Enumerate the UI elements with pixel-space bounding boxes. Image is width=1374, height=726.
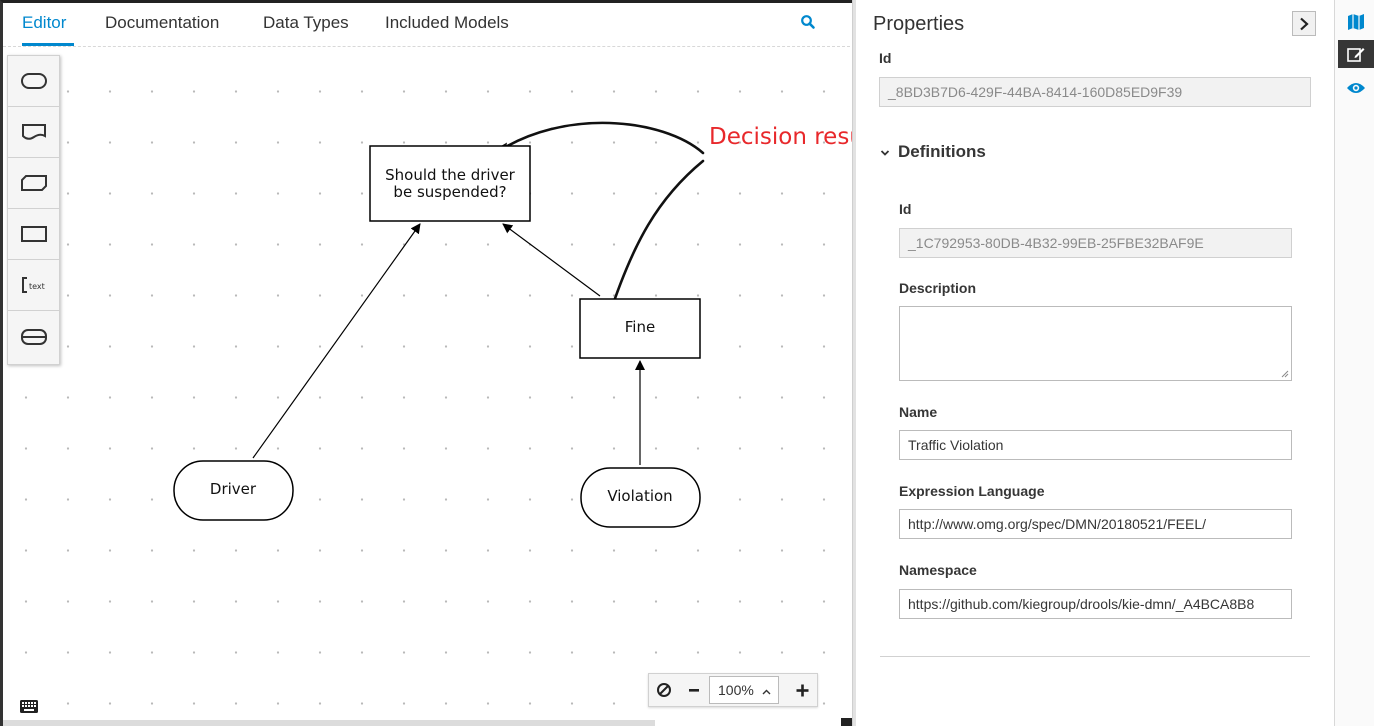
decision-node-suspend-label-1: Should the driver bbox=[385, 166, 516, 184]
name-field[interactable]: Traffic Violation bbox=[899, 430, 1292, 460]
description-field[interactable] bbox=[899, 306, 1292, 381]
resize-handle-icon[interactable] bbox=[1281, 370, 1289, 378]
right-rail bbox=[1334, 0, 1374, 726]
chevron-right-icon[interactable] bbox=[1292, 11, 1316, 36]
editor-pane: Editor Documentation Data Types Included… bbox=[0, 0, 855, 726]
plus-icon[interactable] bbox=[787, 674, 817, 706]
decision-node-fine[interactable]: Fine bbox=[579, 298, 701, 359]
annotation-arrow-2 bbox=[607, 159, 705, 318]
zoom-level-select[interactable]: 100% bbox=[709, 676, 779, 704]
edge-fine-to-decision[interactable] bbox=[502, 223, 601, 297]
name-label: Name bbox=[899, 404, 938, 420]
decision-node-fine-label: Fine bbox=[625, 318, 655, 336]
eye-icon[interactable] bbox=[1338, 74, 1374, 102]
chevron-down-icon bbox=[880, 142, 890, 162]
decision-node-suspend[interactable]: Should the driver be suspended? bbox=[369, 145, 531, 222]
properties-panel: Properties Id _8BD3B7D6-429F-44BA-8414-1… bbox=[856, 0, 1334, 726]
section-divider bbox=[880, 656, 1310, 657]
decision-node-suspend-label-2: be suspended? bbox=[393, 183, 506, 201]
zoom-level-value: 100% bbox=[718, 682, 754, 698]
definitions-id-field[interactable]: _1C792953-80DB-4B32-99EB-25FBE32BAF9E bbox=[899, 228, 1292, 258]
input-node-driver[interactable]: Driver bbox=[173, 460, 294, 521]
namespace-label: Namespace bbox=[899, 562, 977, 578]
definitions-section-label: Definitions bbox=[898, 142, 986, 161]
app-root: Editor Documentation Data Types Included… bbox=[0, 0, 1374, 726]
edge-driver-to-decision[interactable] bbox=[252, 223, 421, 459]
properties-title: Properties bbox=[873, 13, 965, 35]
input-node-driver-label: Driver bbox=[210, 480, 257, 498]
expression-language-field[interactable]: http://www.omg.org/spec/DMN/20180521/FEE… bbox=[899, 509, 1292, 539]
description-label: Description bbox=[899, 280, 977, 296]
reset-icon[interactable] bbox=[649, 674, 679, 706]
id-label: Id bbox=[879, 50, 892, 66]
zoom-controls: 100% bbox=[648, 673, 818, 707]
input-node-violation[interactable]: Violation bbox=[580, 467, 701, 528]
id-field[interactable]: _8BD3B7D6-429F-44BA-8414-160D85ED9F39 bbox=[879, 77, 1311, 107]
definitions-section-toggle[interactable]: Definitions bbox=[880, 142, 986, 162]
keyboard-icon[interactable] bbox=[20, 700, 38, 713]
canvas-corner bbox=[841, 718, 852, 726]
dmn-diagram: Should the driver be suspended? Fine Dri… bbox=[173, 121, 705, 528]
chevron-up-icon bbox=[762, 682, 771, 698]
input-node-violation-label: Violation bbox=[607, 487, 672, 505]
expression-language-label: Expression Language bbox=[899, 483, 1045, 499]
minus-icon[interactable] bbox=[679, 674, 709, 706]
definitions-id-label: Id bbox=[899, 201, 912, 217]
horizontal-scrollbar[interactable] bbox=[3, 720, 655, 726]
map-icon[interactable] bbox=[1338, 8, 1374, 36]
edit-icon[interactable] bbox=[1338, 40, 1374, 68]
namespace-field[interactable]: https://github.com/kiegroup/drools/kie-d… bbox=[899, 589, 1292, 619]
